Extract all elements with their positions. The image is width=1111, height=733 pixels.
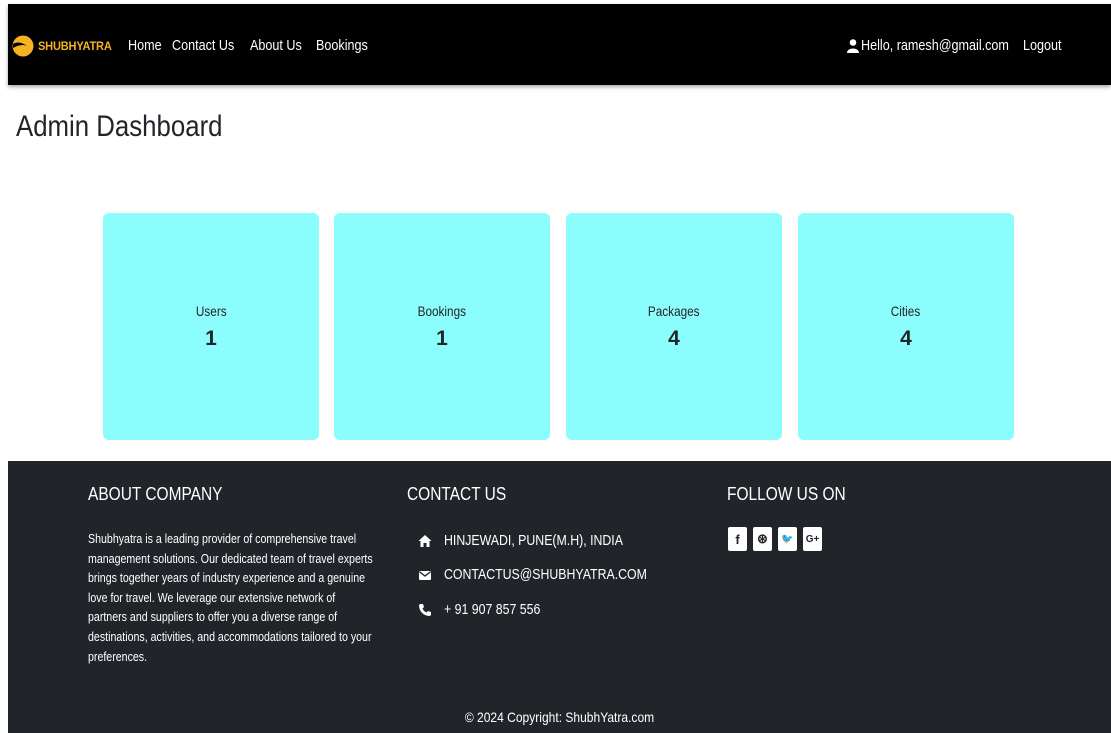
nav-link-home[interactable]: Home — [128, 37, 162, 54]
stat-value: 4 — [900, 326, 912, 350]
address-text: HINJEWADI, PUNE(M.H), INDIA — [444, 533, 623, 549]
phone-icon — [419, 604, 431, 616]
contact-address: HINJEWADI, PUNE(M.H), INDIA — [418, 533, 655, 549]
email-text[interactable]: CONTACTUS@SHUBHYATRA.COM — [444, 567, 647, 583]
home-icon — [418, 535, 432, 547]
user-icon — [846, 38, 859, 53]
contact-phone: + 91 907 857 556 — [418, 602, 557, 618]
stat-card-users: Users 1 — [103, 213, 319, 440]
phone-text[interactable]: + 91 907 857 556 — [444, 602, 540, 618]
page-title: Admin Dashboard — [16, 110, 223, 143]
stat-value: 4 — [668, 326, 680, 350]
brand[interactable]: SHUBHYATRA — [12, 35, 118, 57]
stat-value: 1 — [436, 326, 448, 350]
about-heading: ABOUT COMPANY — [88, 484, 223, 504]
nav-link-contact-us[interactable]: Contact Us — [172, 37, 234, 54]
nav-link-about-us[interactable]: About Us — [250, 37, 302, 54]
contact-email: CONTACTUS@SHUBHYATRA.COM — [418, 567, 683, 583]
envelope-icon — [419, 571, 431, 580]
stat-card-packages: Packages 4 — [566, 213, 782, 440]
contact-heading: CONTACT US — [407, 484, 507, 504]
brand-logo-icon — [12, 35, 34, 57]
nav-link-bookings[interactable]: Bookings — [316, 37, 368, 54]
google-plus-icon[interactable]: G+ — [803, 527, 822, 551]
brand-name: SHUBHYATRA — [38, 39, 112, 53]
user-greeting: Hello, ramesh@gmail.com — [860, 37, 1009, 54]
social-links: f ⊛ 🐦 G+ — [728, 527, 822, 551]
stat-value: 1 — [205, 326, 217, 350]
follow-heading: FOLLOW US ON — [727, 484, 846, 504]
copyright: © 2024 Copyright: ShubhYatra.com — [464, 709, 655, 725]
stat-card-bookings: Bookings 1 — [334, 213, 550, 440]
about-text: Shubhyatra is a leading provider of comp… — [88, 532, 373, 664]
nav-links: Home Contact Us About Us Bookings — [128, 37, 372, 54]
stat-card-cities: Cities 4 — [798, 213, 1014, 440]
user-menu: Hello, ramesh@gmail.com Logout — [846, 37, 1069, 54]
twitter-icon[interactable]: 🐦 — [778, 527, 797, 551]
top-navbar: SHUBHYATRA Home Contact Us About Us Book… — [8, 4, 1111, 85]
stat-label: Packages — [648, 302, 700, 319]
footer: ABOUT COMPANY Shubhyatra is a leading pr… — [8, 461, 1111, 733]
facebook-icon[interactable]: f — [728, 527, 747, 551]
stat-label: Users — [195, 302, 227, 319]
stat-label: Bookings — [417, 302, 467, 319]
stat-label: Cities — [891, 302, 921, 319]
dribbble-icon[interactable]: ⊛ — [753, 527, 772, 551]
logout-link[interactable]: Logout — [1023, 37, 1062, 54]
